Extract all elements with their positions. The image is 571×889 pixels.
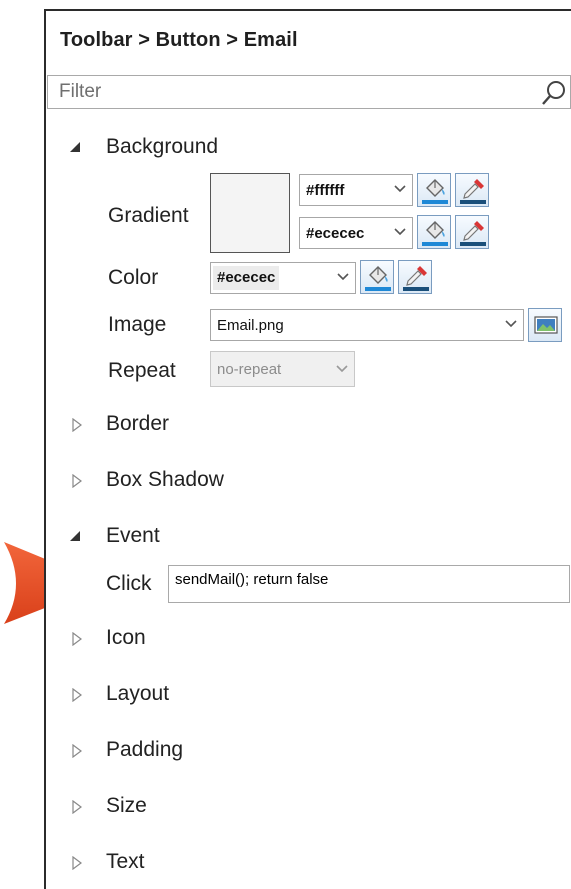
section-text[interactable]: Text [106, 850, 145, 874]
collapsed-triangle-icon[interactable] [71, 688, 83, 702]
section-layout[interactable]: Layout [106, 682, 169, 706]
click-label: Click [106, 572, 152, 595]
gradient-preview [210, 173, 290, 253]
color-picker-icon [460, 221, 486, 246]
gradient-color2-value: #ececec [306, 225, 365, 242]
background-image-value: Email.png [217, 317, 284, 334]
search-icon[interactable] [540, 79, 568, 107]
chevron-down-icon [337, 273, 349, 281]
color-picker-icon [460, 179, 486, 204]
gradient-label: Gradient [108, 204, 189, 227]
background-color-select[interactable]: #ececec [210, 262, 356, 294]
collapsed-triangle-icon[interactable] [71, 632, 83, 646]
repeat-label: Repeat [108, 359, 176, 382]
collapsed-triangle-icon[interactable] [71, 418, 83, 432]
background-color-picker-button[interactable] [398, 260, 432, 294]
background-repeat-select[interactable]: no-repeat [210, 351, 355, 387]
click-handler-field[interactable] [168, 565, 570, 603]
section-background[interactable]: Background [106, 135, 218, 159]
image-label: Image [108, 313, 167, 336]
collapsed-triangle-icon[interactable] [71, 744, 83, 758]
section-event[interactable]: Event [106, 524, 160, 548]
gradient-color1-picker-button[interactable] [455, 173, 489, 207]
gradient-color1-select[interactable]: #ffffff [299, 174, 413, 206]
gradient-color2-picker-button[interactable] [455, 215, 489, 249]
section-box-shadow[interactable]: Box Shadow [106, 468, 224, 492]
background-image-select[interactable]: Email.png [210, 309, 524, 341]
section-size[interactable]: Size [106, 794, 147, 818]
expanded-triangle-icon[interactable] [69, 530, 81, 542]
gradient-color2-select[interactable]: #ececec [299, 217, 413, 249]
gradient-color1-value: #ffffff [306, 182, 345, 199]
collapsed-triangle-icon[interactable] [71, 800, 83, 814]
paint-bucket-icon [422, 179, 448, 204]
gradient-color2-fill-button[interactable] [417, 215, 451, 249]
section-icon[interactable]: Icon [106, 626, 146, 650]
background-repeat-value: no-repeat [217, 361, 282, 378]
paint-bucket-icon [365, 266, 391, 291]
background-color-value: #ececec [213, 266, 280, 290]
chevron-down-icon [394, 228, 406, 236]
image-browse-icon [534, 316, 558, 334]
chevron-down-icon [505, 320, 517, 328]
filter-input[interactable] [48, 76, 539, 108]
background-color-fill-button[interactable] [360, 260, 394, 294]
section-padding[interactable]: Padding [106, 738, 183, 762]
click-handler-input[interactable] [169, 566, 569, 602]
color-picker-icon [403, 266, 429, 291]
expanded-triangle-icon[interactable] [69, 141, 81, 153]
chevron-down-icon [336, 365, 348, 373]
breadcrumb: Toolbar > Button > Email [60, 29, 298, 51]
section-border[interactable]: Border [106, 412, 169, 436]
gradient-color1-fill-button[interactable] [417, 173, 451, 207]
color-label: Color [108, 266, 159, 289]
collapsed-triangle-icon[interactable] [71, 474, 83, 488]
filter-box [47, 75, 571, 109]
property-panel: Toolbar > Button > Email Background Grad… [44, 9, 571, 889]
image-browse-button[interactable] [528, 308, 562, 342]
paint-bucket-icon [422, 221, 448, 246]
chevron-down-icon [394, 185, 406, 193]
collapsed-triangle-icon[interactable] [71, 856, 83, 870]
